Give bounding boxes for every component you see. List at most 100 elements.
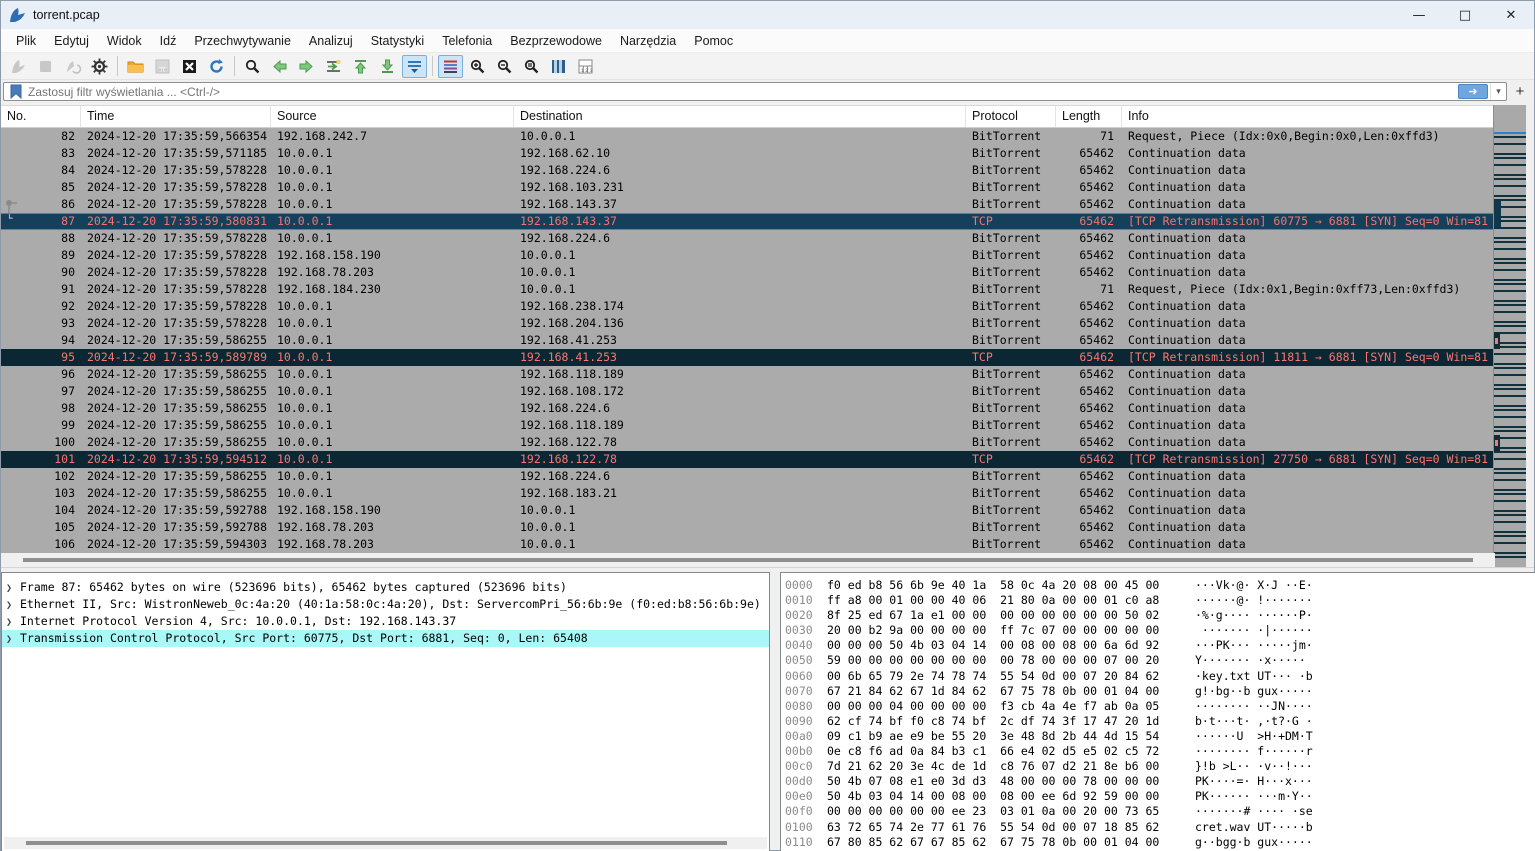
packet-row-94[interactable]: 942024-12-20 17:35:59,58625510.0.0.1192.… xyxy=(1,332,1495,349)
packet-row-87[interactable]: 87└2024-12-20 17:35:59,58083110.0.0.1192… xyxy=(1,213,1495,230)
packet-row-106[interactable]: 1062024-12-20 17:35:59,594303192.168.78.… xyxy=(1,536,1495,553)
hex-row-00d0[interactable]: 00d050 4b 07 08 e1 e0 3d d3 48 00 00 00 … xyxy=(785,774,1535,789)
hex-row-0040[interactable]: 004000 00 00 50 4b 03 04 14 00 08 00 08 … xyxy=(785,638,1535,653)
packet-row-103[interactable]: 1032024-12-20 17:35:59,58625510.0.0.1192… xyxy=(1,485,1495,502)
menu-idź[interactable]: Idź xyxy=(151,31,186,51)
packet-list-hscrollbar[interactable] xyxy=(1,553,1495,567)
hex-row-00b0[interactable]: 00b00e c8 f6 ad 0a 84 b3 c1 66 e4 02 d5 … xyxy=(785,744,1535,759)
column-header-time[interactable]: Time xyxy=(81,106,271,127)
hex-row-0010[interactable]: 0010ff a8 00 01 00 00 40 06 21 80 0a 00 … xyxy=(785,593,1535,608)
column-header-destination[interactable]: Destination xyxy=(514,106,966,127)
packet-row-86[interactable]: 862024-12-20 17:35:59,57822810.0.0.1192.… xyxy=(1,196,1495,213)
menu-pomoc[interactable]: Pomoc xyxy=(685,31,742,51)
menu-narzędzia[interactable]: Narzędzia xyxy=(611,31,685,51)
hex-row-0090[interactable]: 009062 cf 74 bf f0 c8 74 bf 2c df 74 3f … xyxy=(785,714,1535,729)
add-filter-button[interactable]: + xyxy=(1510,82,1530,101)
packet-row-96[interactable]: 962024-12-20 17:35:59,58625510.0.0.1192.… xyxy=(1,366,1495,383)
scrollbar-position-indicator xyxy=(1494,132,1526,134)
hex-row-0080[interactable]: 008000 00 00 04 00 00 00 00 f3 cb 4a 4e … xyxy=(785,699,1535,714)
auto-scroll-icon[interactable] xyxy=(402,55,427,78)
packet-row-85[interactable]: 852024-12-20 17:35:59,57822810.0.0.1192.… xyxy=(1,179,1495,196)
packet-row-82[interactable]: 822024-12-20 17:35:59,566354192.168.242.… xyxy=(1,128,1495,145)
hex-row-0000[interactable]: 0000f0 ed b8 56 6b 9e 40 1a 58 0c 4a 20 … xyxy=(785,578,1535,593)
menu-analizuj[interactable]: Analizuj xyxy=(300,31,362,51)
packet-list-scrollbar-minimap[interactable] xyxy=(1493,105,1526,567)
packet-row-92[interactable]: 922024-12-20 17:35:59,57822810.0.0.1192.… xyxy=(1,298,1495,315)
packet-row-89[interactable]: 892024-12-20 17:35:59,578228192.168.158.… xyxy=(1,247,1495,264)
packet-row-90[interactable]: 902024-12-20 17:35:59,578228192.168.78.2… xyxy=(1,264,1495,281)
menu-plik[interactable]: Plik xyxy=(7,31,45,51)
hex-row-0100[interactable]: 010063 72 65 74 2e 77 61 76 55 54 0d 00 … xyxy=(785,820,1535,835)
hex-row-0030[interactable]: 003020 00 b2 9a 00 00 00 00 ff 7c 07 00 … xyxy=(785,623,1535,638)
open-file-icon[interactable] xyxy=(123,55,148,78)
zoom-in-icon[interactable] xyxy=(465,55,490,78)
column-header-no[interactable]: No. xyxy=(1,106,81,127)
hex-row-00c0[interactable]: 00c07d 21 62 20 3e 4c de 1d c8 76 07 d2 … xyxy=(785,759,1535,774)
scrollbar-selected-marker xyxy=(1494,201,1501,227)
hex-row-00e0[interactable]: 00e050 4b 03 04 14 00 08 00 08 00 ee 6d … xyxy=(785,789,1535,804)
zoom-original-icon[interactable] xyxy=(519,55,544,78)
colorize-icon[interactable] xyxy=(438,55,463,78)
resize-123-icon[interactable]: 123 xyxy=(573,55,598,78)
go-bottom-icon[interactable] xyxy=(375,55,400,78)
hex-row-0020[interactable]: 00208f 25 ed 67 1a e1 00 00 00 00 00 00 … xyxy=(785,608,1535,623)
expand-chevron-icon[interactable]: ❯ xyxy=(6,597,20,613)
detail-row-3[interactable]: ❯Transmission Control Protocol, Src Port… xyxy=(2,630,769,647)
packet-row-104[interactable]: 1042024-12-20 17:35:59,592788192.168.158… xyxy=(1,502,1495,519)
packet-row-102[interactable]: 1022024-12-20 17:35:59,58625510.0.0.1192… xyxy=(1,468,1495,485)
menu-telefonia[interactable]: Telefonia xyxy=(433,31,501,51)
hex-row-0110[interactable]: 011067 80 85 62 67 67 85 62 67 75 78 0b … xyxy=(785,835,1535,850)
packet-row-88[interactable]: 882024-12-20 17:35:59,57822810.0.0.1192.… xyxy=(1,230,1495,247)
menu-edytuj[interactable]: Edytuj xyxy=(45,31,98,51)
filter-dropdown-caret-icon[interactable]: ▾ xyxy=(1490,83,1506,100)
packet-row-99[interactable]: 992024-12-20 17:35:59,58625510.0.0.1192.… xyxy=(1,417,1495,434)
hex-row-0060[interactable]: 006000 6b 65 79 2e 74 78 74 55 54 0d 00 … xyxy=(785,669,1535,684)
packet-row-95[interactable]: 952024-12-20 17:35:59,58978910.0.0.1192.… xyxy=(1,349,1495,366)
detail-row-1[interactable]: ❯Ethernet II, Src: WistronNeweb_0c:4a:20… xyxy=(2,596,769,613)
hex-row-00a0[interactable]: 00a009 c1 b9 ae e9 be 55 20 3e 48 8d 2b … xyxy=(785,729,1535,744)
filter-bookmark-icon[interactable] xyxy=(8,84,24,99)
hex-row-00f0[interactable]: 00f000 00 00 00 00 00 ee 23 03 01 0a 00 … xyxy=(785,804,1535,819)
detail-row-2[interactable]: ❯Internet Protocol Version 4, Src: 10.0.… xyxy=(2,613,769,630)
column-header-protocol[interactable]: Protocol xyxy=(966,106,1056,127)
packet-row-105[interactable]: 1052024-12-20 17:35:59,592788192.168.78.… xyxy=(1,519,1495,536)
apply-filter-button[interactable]: ➜ xyxy=(1458,84,1488,99)
hex-row-0070[interactable]: 007067 21 84 62 67 1d 84 62 67 75 78 0b … xyxy=(785,684,1535,699)
column-header-info[interactable]: Info xyxy=(1122,106,1495,127)
packet-row-83[interactable]: 832024-12-20 17:35:59,57118510.0.0.1192.… xyxy=(1,145,1495,162)
display-filter-box[interactable]: ➜ ▾ xyxy=(3,82,1507,101)
expand-chevron-icon[interactable]: ❯ xyxy=(6,614,20,630)
resize-columns-icon[interactable] xyxy=(546,55,571,78)
column-header-source[interactable]: Source xyxy=(271,106,514,127)
zoom-out-icon[interactable] xyxy=(492,55,517,78)
detail-row-0[interactable]: ❯Frame 87: 65462 bytes on wire (523696 b… xyxy=(2,579,769,596)
packet-row-97[interactable]: 972024-12-20 17:35:59,58625510.0.0.1192.… xyxy=(1,383,1495,400)
packet-row-101[interactable]: 1012024-12-20 17:35:59,59451210.0.0.1192… xyxy=(1,451,1495,468)
reload-file-icon[interactable] xyxy=(204,55,229,78)
go-forward-icon[interactable] xyxy=(294,55,319,78)
menu-widok[interactable]: Widok xyxy=(98,31,151,51)
maximize-button[interactable]: □ xyxy=(1442,1,1488,29)
minimize-button[interactable]: — xyxy=(1396,1,1442,29)
display-filter-input[interactable] xyxy=(28,85,1458,99)
menu-bezprzewodowe[interactable]: Bezprzewodowe xyxy=(501,31,611,51)
capture-options-icon[interactable] xyxy=(87,55,112,78)
menu-statystyki[interactable]: Statystyki xyxy=(362,31,434,51)
go-top-icon[interactable] xyxy=(348,55,373,78)
packet-row-93[interactable]: 932024-12-20 17:35:59,57822810.0.0.1192.… xyxy=(1,315,1495,332)
packet-row-84[interactable]: 842024-12-20 17:35:59,57822810.0.0.1192.… xyxy=(1,162,1495,179)
find-packet-icon[interactable] xyxy=(240,55,265,78)
packet-row-98[interactable]: 982024-12-20 17:35:59,58625510.0.0.1192.… xyxy=(1,400,1495,417)
packet-row-91[interactable]: 912024-12-20 17:35:59,578228192.168.184.… xyxy=(1,281,1495,298)
details-hscrollbar[interactable] xyxy=(4,837,767,849)
packet-row-100[interactable]: 1002024-12-20 17:35:59,58625510.0.0.1192… xyxy=(1,434,1495,451)
close-button[interactable]: ✕ xyxy=(1488,1,1534,29)
column-header-length[interactable]: Length xyxy=(1056,106,1122,127)
go-back-icon[interactable] xyxy=(267,55,292,78)
expand-chevron-icon[interactable]: ❯ xyxy=(6,631,20,647)
expand-chevron-icon[interactable]: ❯ xyxy=(6,580,20,596)
close-file-icon[interactable] xyxy=(177,55,202,78)
menu-przechwytywanie[interactable]: Przechwytywanie xyxy=(185,31,300,51)
hex-row-0050[interactable]: 005059 00 00 00 00 00 00 00 00 78 00 00 … xyxy=(785,653,1535,668)
go-to-packet-icon[interactable] xyxy=(321,55,346,78)
